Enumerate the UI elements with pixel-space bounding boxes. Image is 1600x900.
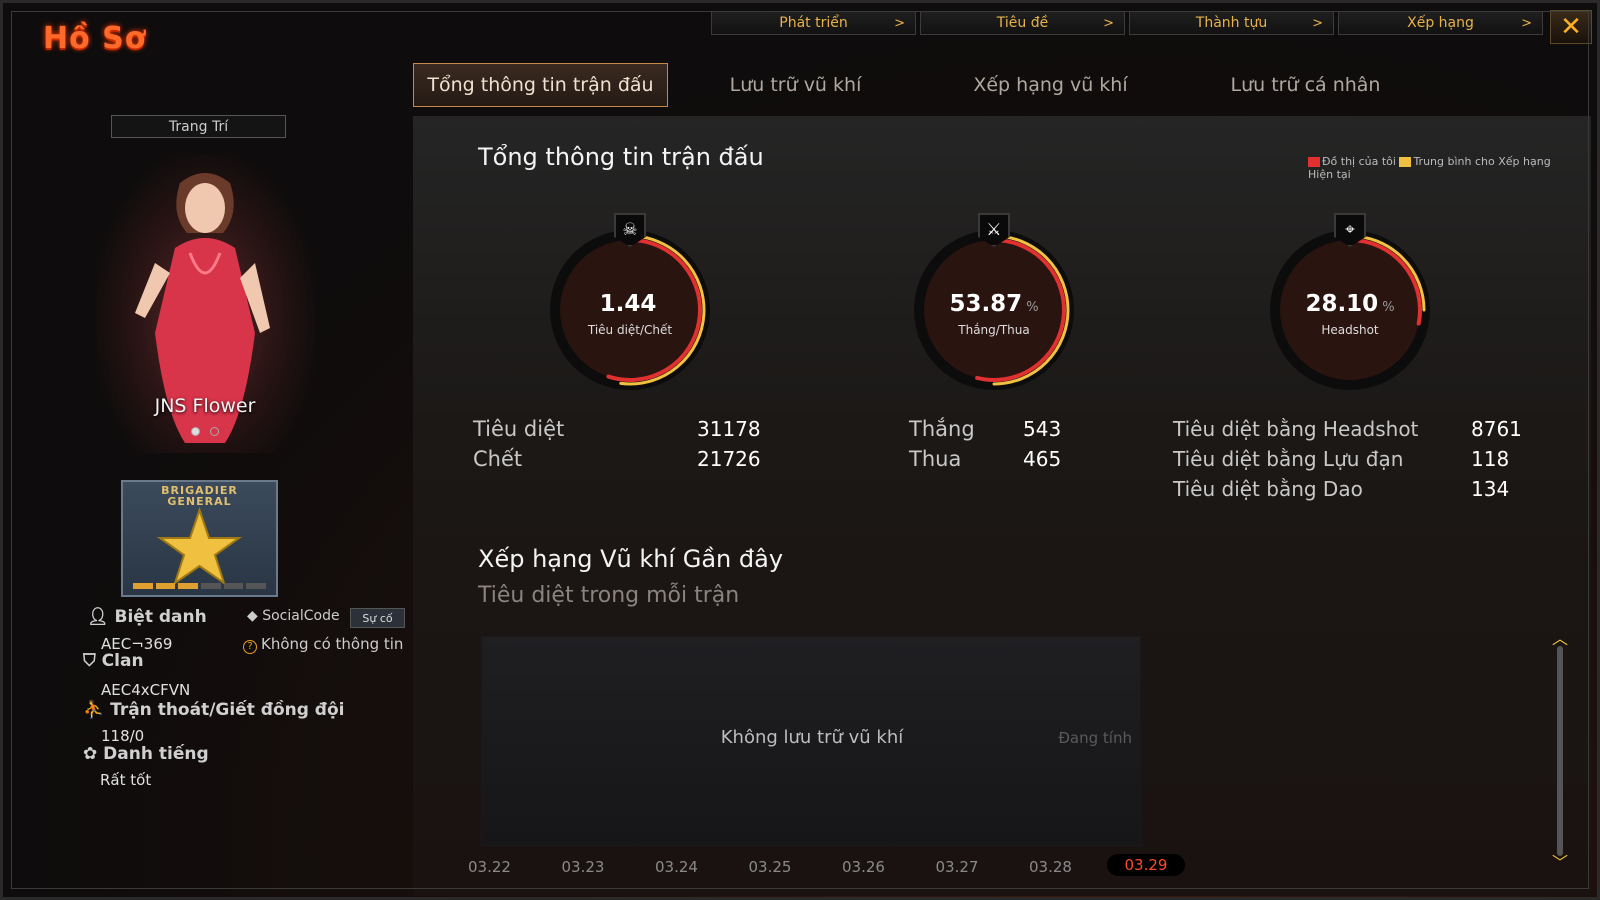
- date-tick[interactable]: 03.26: [842, 856, 885, 878]
- top-menu-ranking[interactable]: Xếp hạng >: [1338, 11, 1543, 35]
- top-menu: Phát triển > Tiêu đề > Thành tựu > Xếp h…: [711, 11, 1543, 35]
- headshot-kills-value: 8761: [1471, 417, 1522, 441]
- top-menu-label: Thành tựu: [1195, 15, 1268, 31]
- deaths-label: Chết: [473, 447, 523, 471]
- gauge-value: 28.10%: [1305, 291, 1395, 317]
- decor-button[interactable]: Trang Trí: [111, 115, 286, 138]
- knife-kills-value: 134: [1471, 477, 1510, 501]
- top-menu-label: Phát triển: [779, 15, 848, 31]
- tag-icon: ◆: [247, 608, 263, 624]
- rank-progress-segment: [223, 583, 244, 589]
- date-tick[interactable]: 03.23: [562, 856, 605, 878]
- date-tick[interactable]: 03.25: [749, 856, 792, 878]
- date-tick[interactable]: 03.27: [936, 856, 979, 878]
- top-menu-label: Xếp hạng: [1407, 15, 1474, 31]
- rank-progress-segment: [133, 583, 153, 589]
- close-button[interactable]: ✕: [1550, 10, 1592, 44]
- wins-value: 543: [1023, 417, 1062, 441]
- empty-chart-message: Không lưu trữ vũ khí: [720, 727, 904, 748]
- gauge-value: 1.44: [599, 291, 657, 317]
- legend-swatch-average: [1399, 157, 1412, 167]
- chevron-right-icon: >: [894, 15, 905, 31]
- scrollbar[interactable]: ︿ ﹀: [1552, 631, 1568, 871]
- escape-teamkill-value: 118/0: [101, 727, 145, 745]
- report-issue-button[interactable]: Sự cố: [350, 608, 405, 628]
- tab-weapon-archive[interactable]: Lưu trữ vũ khí: [668, 63, 923, 107]
- calculating-label: Đang tính: [1058, 729, 1132, 747]
- profile-window: Hồ Sơ Phát triển > Tiêu đề > Thành tựu >…: [0, 0, 1600, 900]
- top-menu-label: Tiêu đề: [996, 15, 1049, 31]
- weapon-ranking-subtitle: Tiêu diệt trong mỗi trận: [478, 583, 740, 608]
- nickname-label: 👤︎ Biệt danh: [87, 607, 207, 627]
- reputation-label: ✿ Danh tiếng: [83, 744, 209, 764]
- social-code-info: ? Không có thông tin: [243, 635, 403, 654]
- character-name: JNS Flower: [154, 395, 256, 417]
- tab-bar: Tổng thông tin trận đấu Lưu trữ vũ khí X…: [413, 63, 1433, 107]
- top-menu-achievements[interactable]: Thành tựu >: [1129, 11, 1334, 35]
- wins-label: Thắng: [909, 417, 975, 441]
- shield-icon: ⛉: [83, 651, 102, 671]
- rank-progress-segment: [178, 583, 199, 589]
- scroll-up-icon[interactable]: ︿: [1549, 631, 1571, 647]
- kills-label: Tiêu diệt: [473, 417, 565, 441]
- weapon-ranking-title: Xếp hạng Vũ khí Gần đây: [478, 545, 784, 573]
- knife-kills-label: Tiêu diệt bằng Dao: [1173, 477, 1363, 501]
- flower-icon: ✿: [83, 744, 104, 764]
- social-code-label: ◆ SocialCode: [247, 608, 340, 624]
- clan-label: ⛉ Clan: [83, 651, 144, 671]
- top-menu-development[interactable]: Phát triển >: [711, 11, 916, 35]
- chevron-right-icon: >: [1521, 15, 1532, 31]
- scroll-down-icon[interactable]: ﹀: [1549, 855, 1571, 871]
- escape-teamkill-label: ⛹ Trận thoát/Giết đồng đội: [83, 700, 345, 720]
- deaths-value: 21726: [697, 447, 761, 471]
- tab-weapon-ranking[interactable]: Xếp hạng vũ khí: [923, 63, 1178, 107]
- stats-title: Tổng thông tin trận đấu: [478, 143, 764, 171]
- grenade-kills-label: Tiêu diệt bằng Lựu đạn: [1173, 447, 1404, 471]
- gauge-kd: ☠ 1.44 Tiêu diệt/Chết: [545, 213, 715, 400]
- gauge-winrate: ⚔ 53.87% Thắng/Thua: [909, 213, 1079, 400]
- rank-badge: BRIGADIER GENERAL: [121, 480, 278, 597]
- gauge-headshot: ⌖ 28.10% Headshot: [1265, 213, 1435, 400]
- headshot-kills-label: Tiêu diệt bằng Headshot: [1173, 417, 1419, 441]
- chevron-right-icon: >: [1312, 15, 1323, 31]
- tab-personal-archive[interactable]: Lưu trữ cá nhân: [1178, 63, 1433, 107]
- tab-match-summary[interactable]: Tổng thông tin trận đấu: [413, 63, 668, 107]
- scroll-track[interactable]: [1557, 646, 1563, 856]
- rank-progress-segment: [155, 583, 176, 589]
- chart-legend: Đồ thị của tôi Trung bình cho Xếp hạng H…: [1308, 155, 1551, 181]
- pager-dot[interactable]: [191, 427, 200, 436]
- gauge-label: Thắng/Thua: [958, 323, 1030, 337]
- running-person-icon: ⛹: [83, 700, 111, 720]
- clan-value: AEC4xCFVN: [101, 681, 191, 699]
- pager-dot[interactable]: [210, 427, 219, 436]
- rank-progress: [133, 583, 267, 589]
- weapon-chart-area: Không lưu trữ vũ khí Đang tính: [481, 636, 1141, 846]
- rank-progress-segment: [246, 583, 267, 589]
- gauge-label: Tiêu diệt/Chết: [587, 323, 673, 337]
- star-icon: [156, 506, 243, 586]
- grenade-kills-value: 118: [1471, 447, 1510, 471]
- legend-swatch-mine: [1308, 157, 1320, 167]
- question-icon: ?: [243, 640, 257, 654]
- losses-value: 465: [1023, 447, 1062, 471]
- gauge-value: 53.87%: [949, 291, 1039, 317]
- gauge-label: Headshot: [1321, 323, 1379, 337]
- date-tick[interactable]: 03.29: [1106, 854, 1186, 876]
- person-icon: 👤︎: [87, 607, 115, 627]
- losses-label: Thua: [909, 447, 962, 471]
- rank-progress-segment: [201, 583, 221, 589]
- close-icon: ✕: [1560, 12, 1582, 42]
- date-tick[interactable]: 03.22: [468, 856, 511, 878]
- top-menu-titles[interactable]: Tiêu đề >: [920, 11, 1125, 35]
- reputation-value: Rất tốt: [100, 771, 152, 789]
- chevron-right-icon: >: [1103, 15, 1114, 31]
- date-tick[interactable]: 03.28: [1029, 856, 1072, 878]
- avatar-pager: [191, 427, 219, 436]
- date-tick[interactable]: 03.24: [655, 856, 698, 878]
- page-title: Hồ Sơ: [43, 21, 147, 56]
- kills-value: 31178: [697, 417, 761, 441]
